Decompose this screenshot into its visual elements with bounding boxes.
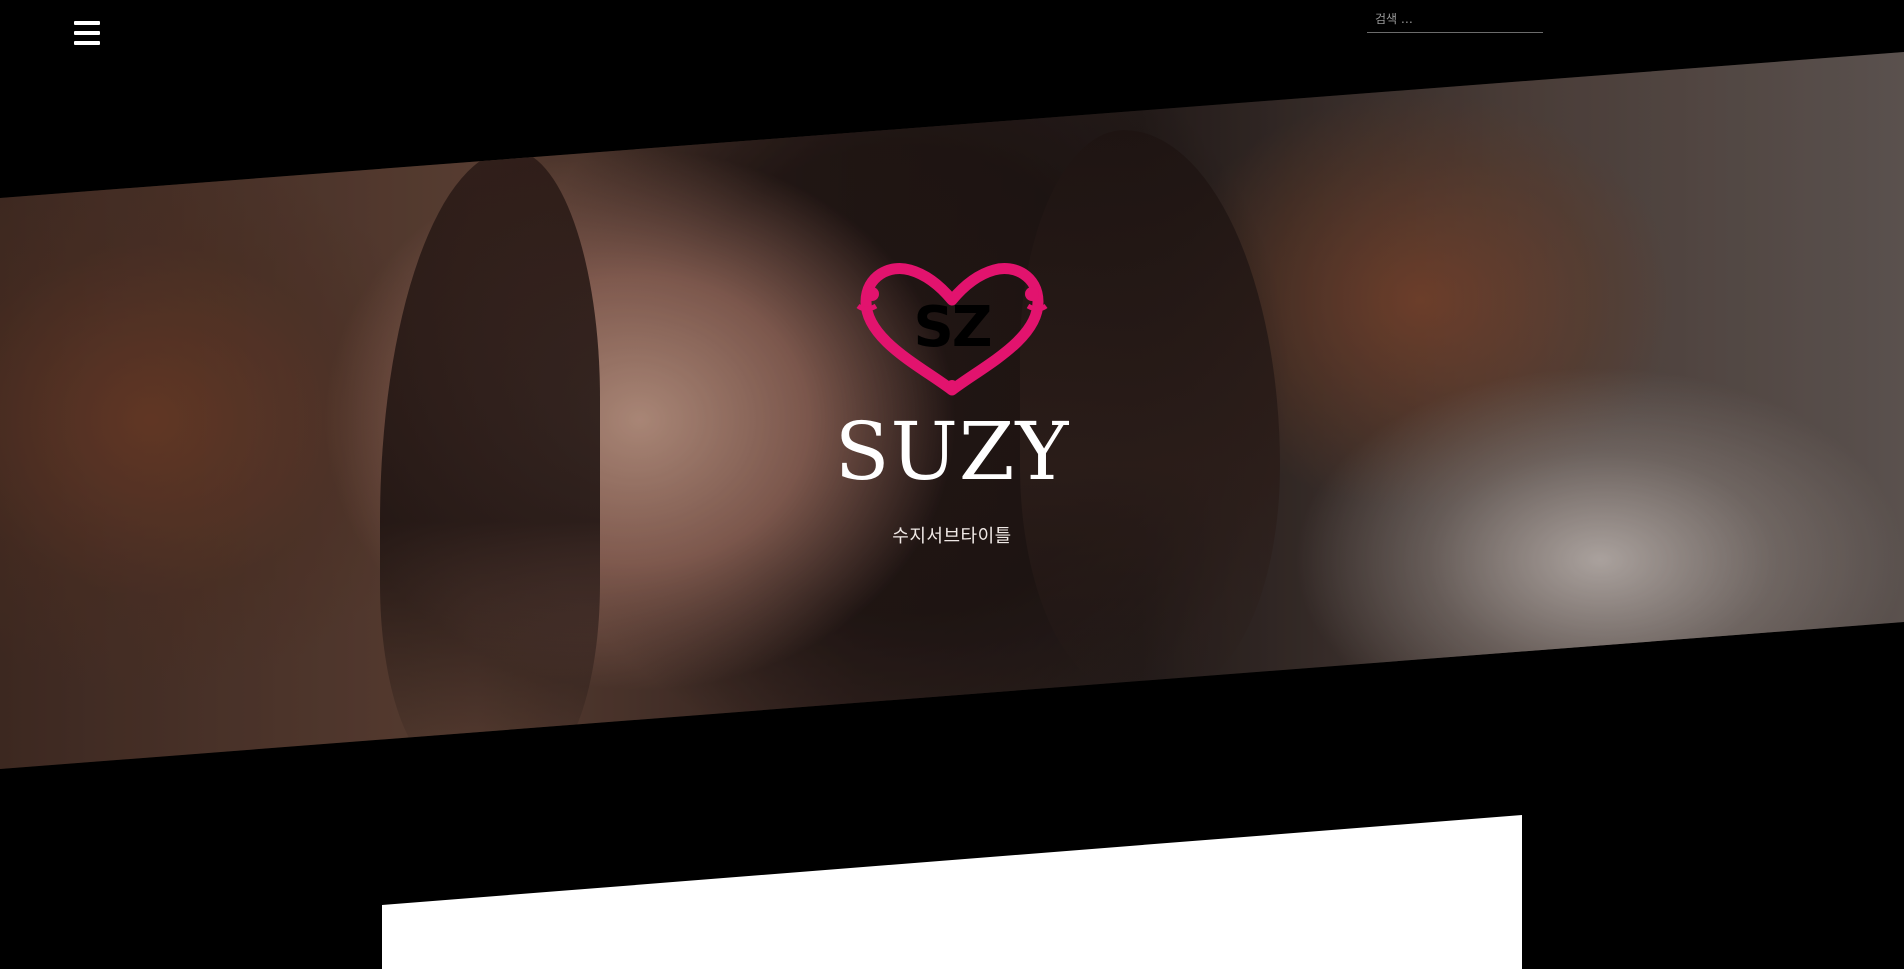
site-subtitle: 수지서브타이틀 (892, 526, 1012, 547)
page: SZ SUZY 수지서브타이틀 (0, 0, 1904, 969)
search-form (1367, 8, 1543, 33)
site-branding: SZ SUZY 수지서브타이틀 (0, 262, 1904, 548)
search-input[interactable] (1367, 8, 1543, 33)
hamburger-menu-icon (74, 21, 100, 25)
site-title[interactable]: SUZY (0, 412, 1904, 492)
menu-toggle-button[interactable] (74, 21, 100, 45)
logo-letters: SZ (914, 295, 991, 360)
content-panel (382, 815, 1522, 969)
heart-sz-logo-icon: SZ (856, 263, 1048, 396)
site-logo-link[interactable]: SZ (852, 262, 1052, 400)
